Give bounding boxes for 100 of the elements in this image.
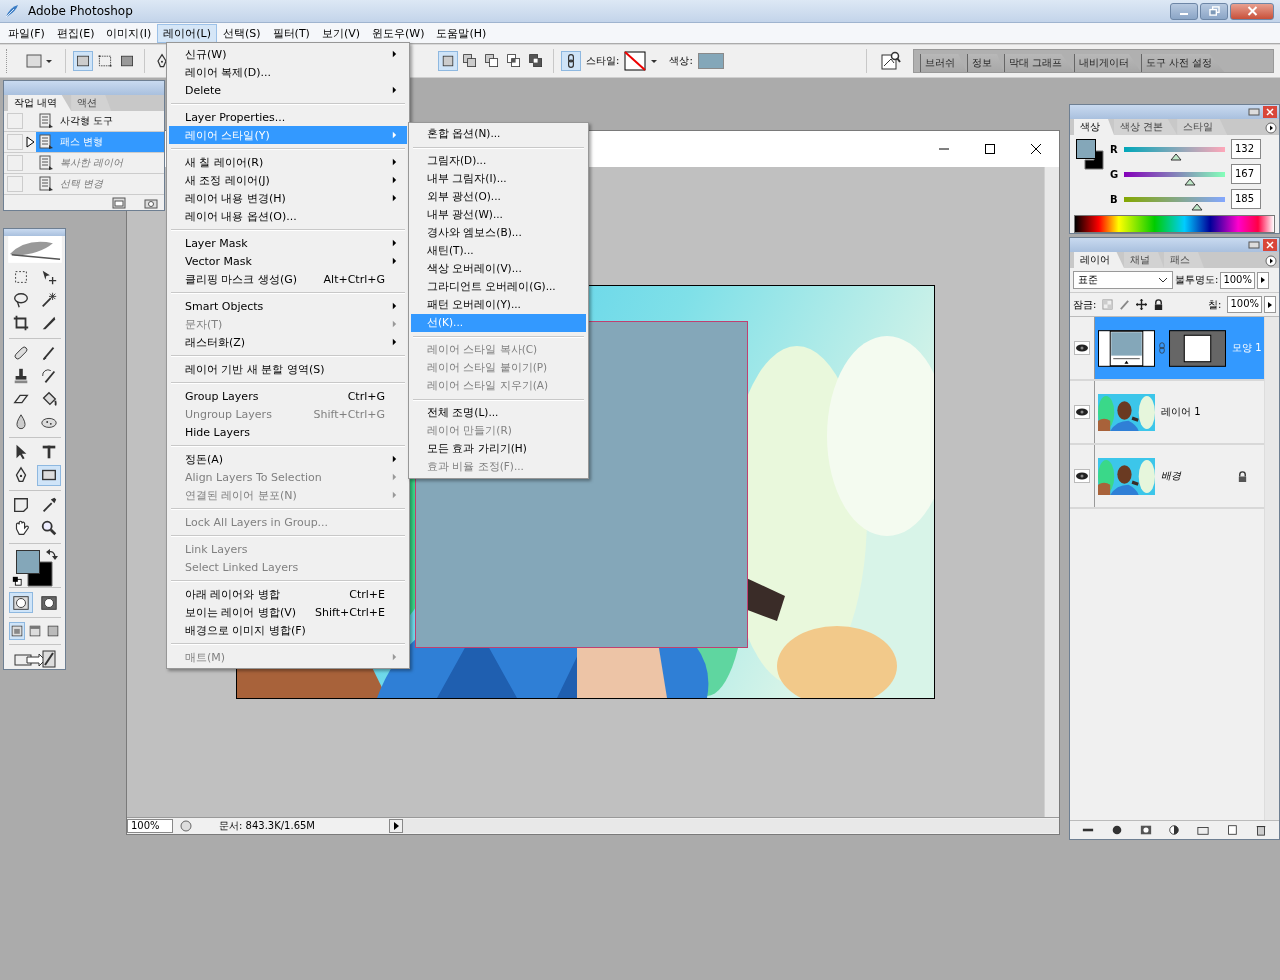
panel-tab[interactable]: 색상 견본 [1114,119,1178,135]
jump-to-button[interactable] [11,649,58,669]
foreground-color-swatch[interactable] [1076,139,1096,159]
menu-item[interactable]: 패턴 오버레이(Y)... [411,296,586,314]
menu-item[interactable]: 내부 광선(W)... [411,206,586,224]
value-field[interactable]: 132 [1231,139,1261,159]
caret-icon[interactable] [650,57,659,65]
panel-tab[interactable]: 패스 [1164,252,1204,268]
menu-item[interactable]: Layer Properties... [169,108,407,126]
eye-icon[interactable] [1074,405,1090,419]
history-step[interactable]: 사각형 도구 [36,111,164,131]
layer-row[interactable]: 레이어 1 [1095,381,1264,443]
lock-brush-icon[interactable] [1119,299,1131,310]
menu-item[interactable]: Smart Objects [169,297,407,315]
color-swatch[interactable] [697,53,724,69]
palette-tab[interactable]: 내비게이터 [1073,54,1141,72]
panel-tab[interactable]: 레이어 [1074,252,1124,268]
panel-menu-button[interactable] [1265,255,1277,267]
swap-colors-icon[interactable] [45,547,58,560]
lock-icon[interactable] [1153,299,1165,310]
background-color-swatch[interactable] [1084,150,1104,170]
menu-item[interactable]: 외부 광선(O)... [411,188,586,206]
panel-menu-button[interactable] [1265,122,1277,134]
value-field[interactable]: 185 [1231,189,1261,209]
default-colors-icon[interactable] [11,575,22,586]
link-button[interactable] [561,51,581,71]
vertical-scrollbar[interactable] [1044,167,1059,817]
close-button[interactable] [1263,239,1277,251]
menu-item[interactable]: Group Layers Ctrl+G [169,387,407,405]
menu-item[interactable]: 편집(E) [50,23,101,43]
menu-item[interactable]: 정돈(A) [169,450,407,468]
close-button[interactable] [1263,106,1277,118]
menu-item[interactable]: 아래 레이어와 병합 Ctrl+E [169,585,407,603]
palette-tab[interactable]: 브러쉬 [919,54,967,72]
menu-item[interactable]: 레이어 내용 옵션(O)... [169,207,407,225]
new-document-icon[interactable] [112,196,126,209]
menu-item[interactable]: 새 조정 레이어(J) [169,171,407,189]
menu-item[interactable]: Delete [169,81,407,99]
minimize-button[interactable] [1170,2,1198,20]
layer-row[interactable]: 배경 [1095,445,1264,507]
menu-item[interactable]: 혼합 옵션(N)... [411,125,586,143]
shape-layers-button[interactable] [73,51,93,71]
menu-item[interactable]: 내부 그림자(I)... [411,170,586,188]
palette-tab[interactable]: 정보 [966,54,1004,72]
palette-tab[interactable]: 막대 그래프 [1003,54,1074,72]
menu-item[interactable]: 클리핑 마스크 생성(G) Alt+Ctrl+G [169,270,407,288]
lock-move-icon[interactable] [1136,299,1148,310]
standard-mode-button[interactable] [8,592,33,614]
trash-icon[interactable] [1254,824,1267,836]
menu-item[interactable]: Vector Mask [169,252,407,270]
horizontal-scrollbar[interactable] [403,819,1059,833]
menu-item[interactable]: 신규(W) [169,45,407,63]
menu-item[interactable]: 새 칠 레이어(R) [169,153,407,171]
menu-item[interactable]: 그림자(D)... [411,152,586,170]
value-field[interactable]: 167 [1231,164,1261,184]
menu-item[interactable]: 전체 조명(L)... [411,404,586,422]
menu-item[interactable]: 선택(S) [217,23,267,43]
menu-item[interactable]: 새틴(T)... [411,242,586,260]
panel-tab[interactable]: 스타일 [1177,119,1228,135]
new-area-button[interactable] [438,51,458,71]
close-button[interactable] [1230,2,1274,20]
camera-icon[interactable] [144,196,158,209]
restore-button[interactable] [1200,2,1228,20]
menu-item[interactable]: 윈도우(W) [366,23,431,43]
layer-style-icon[interactable] [1111,824,1124,836]
opacity-field[interactable]: 100% [1220,271,1255,289]
menu-item[interactable]: 래스터화(Z) [169,333,407,351]
color-spectrum-bar[interactable] [1074,215,1275,233]
menu-item[interactable]: 모든 효과 가리기(H) [411,440,586,458]
vertical-scrollbar[interactable] [1264,317,1279,820]
panel-tab[interactable]: 색상 [1074,119,1114,135]
menu-item[interactable]: 배경으로 이미지 병합(F) [169,621,407,639]
menu-item[interactable]: Hide Layers [169,423,407,441]
menu-item[interactable]: 색상 오버레이(V)... [411,260,586,278]
rectangle-tool-button[interactable] [36,464,61,486]
new-layer-icon[interactable] [1225,824,1238,836]
menu-item[interactable]: 파일(F) [2,23,51,43]
fill-field[interactable]: 100% [1227,296,1262,313]
opacity-arrow-button[interactable] [1256,271,1269,289]
eye-icon[interactable] [1074,469,1090,483]
menu-item[interactable]: 그라디언트 오버레이(G)... [411,278,586,296]
menu-item[interactable]: 경사와 엠보스(B)... [411,224,586,242]
menu-item[interactable]: 도움말(H) [430,23,493,43]
menu-item[interactable]: 레이어 복제(D)... [169,63,407,81]
menu-item[interactable]: 보이는 레이어 병합(V) Shift+Ctrl+E [169,603,407,621]
panel-tab[interactable]: 작업 내역 [8,95,72,111]
blend-mode-dropdown[interactable]: 표준 [1073,271,1173,289]
standard-screen-button[interactable] [8,622,25,641]
palette-tab[interactable]: 도구 사전 설정 [1140,54,1225,72]
eye-icon[interactable] [1074,341,1090,355]
zoom-field[interactable]: 100% [127,819,173,833]
status-menu-button[interactable] [389,819,403,833]
menu-item[interactable]: 필터(T) [266,23,316,43]
adjustment-icon[interactable] [1168,824,1181,836]
fill-arrow-button[interactable] [1264,296,1276,313]
folder-icon[interactable] [1197,824,1210,836]
panel-tab[interactable]: 채널 [1124,252,1164,268]
foreground-color-swatch[interactable] [15,549,40,574]
menu-item[interactable]: 레이어(L) [157,23,217,43]
chain-link-icon[interactable] [1159,341,1165,355]
